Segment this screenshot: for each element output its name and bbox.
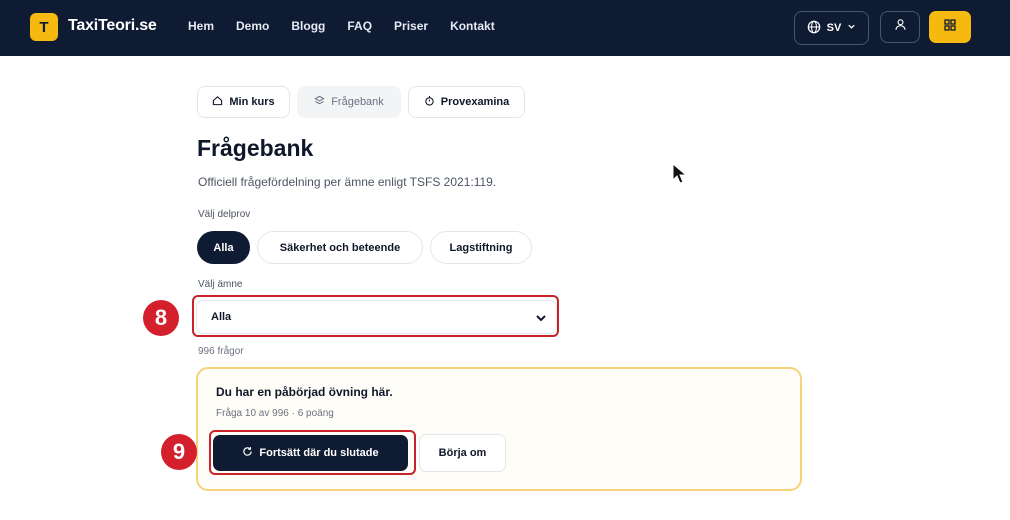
tab-label: Min kurs bbox=[229, 96, 275, 108]
stopwatch-icon bbox=[424, 95, 435, 109]
globe-icon bbox=[807, 20, 821, 37]
language-label: SV bbox=[826, 22, 842, 34]
main-nav: Hem Demo Blogg FAQ Priser Kontakt bbox=[188, 19, 495, 33]
dashboard-button[interactable] bbox=[929, 11, 971, 43]
nav-link-hem[interactable]: Hem bbox=[188, 19, 214, 33]
question-count: 996 frågor bbox=[198, 346, 244, 357]
amne-label: Välj ämne bbox=[198, 279, 243, 290]
resume-progress: Fråga 10 av 996 · 6 poäng bbox=[216, 408, 334, 419]
page-title: Frågebank bbox=[197, 135, 314, 161]
user-icon bbox=[894, 18, 907, 36]
home-icon bbox=[212, 95, 223, 109]
nav-link-faq[interactable]: FAQ bbox=[347, 19, 372, 33]
nav-link-kontakt[interactable]: Kontakt bbox=[450, 19, 495, 33]
language-selector[interactable]: SV bbox=[794, 11, 869, 45]
top-navigation-bar: T TaxiTeori.se Hem Demo Blogg FAQ Priser… bbox=[0, 0, 1010, 56]
tab-label: Provexamina bbox=[440, 96, 510, 108]
tab-min-kurs[interactable]: Min kurs bbox=[197, 86, 290, 118]
chevron-down-icon bbox=[847, 22, 856, 34]
tab-fragebank[interactable]: Frågebank bbox=[297, 86, 401, 118]
annotation-marker-8: 8 bbox=[143, 300, 179, 336]
account-button[interactable] bbox=[880, 11, 920, 43]
tab-provexamina[interactable]: Provexamina bbox=[408, 86, 525, 118]
delprov-label: Välj delprov bbox=[198, 209, 251, 220]
annotation-marker-9: 9 bbox=[161, 434, 197, 470]
annotation-highlight-continue bbox=[209, 430, 416, 475]
restart-button[interactable]: Börja om bbox=[419, 434, 506, 472]
nav-link-demo[interactable]: Demo bbox=[236, 19, 269, 33]
layers-icon bbox=[314, 95, 325, 109]
delprov-option-alla[interactable]: Alla bbox=[197, 231, 250, 264]
annotation-highlight-select bbox=[192, 295, 559, 337]
tab-label: Frågebank bbox=[331, 96, 384, 108]
nav-link-priser[interactable]: Priser bbox=[394, 19, 428, 33]
page-subtitle: Officiell frågefördelning per ämne enlig… bbox=[198, 175, 497, 189]
mouse-cursor-icon bbox=[672, 162, 688, 190]
logo-badge[interactable]: T bbox=[30, 13, 58, 41]
grid-icon bbox=[944, 18, 956, 36]
nav-link-blogg[interactable]: Blogg bbox=[291, 19, 325, 33]
delprov-option-sakerhet[interactable]: Säkerhet och beteende bbox=[257, 231, 423, 264]
resume-heading: Du har en påbörjad övning här. bbox=[216, 385, 393, 399]
delprov-option-lagstiftning[interactable]: Lagstiftning bbox=[430, 231, 532, 264]
brand-name[interactable]: TaxiTeori.se bbox=[68, 17, 157, 35]
